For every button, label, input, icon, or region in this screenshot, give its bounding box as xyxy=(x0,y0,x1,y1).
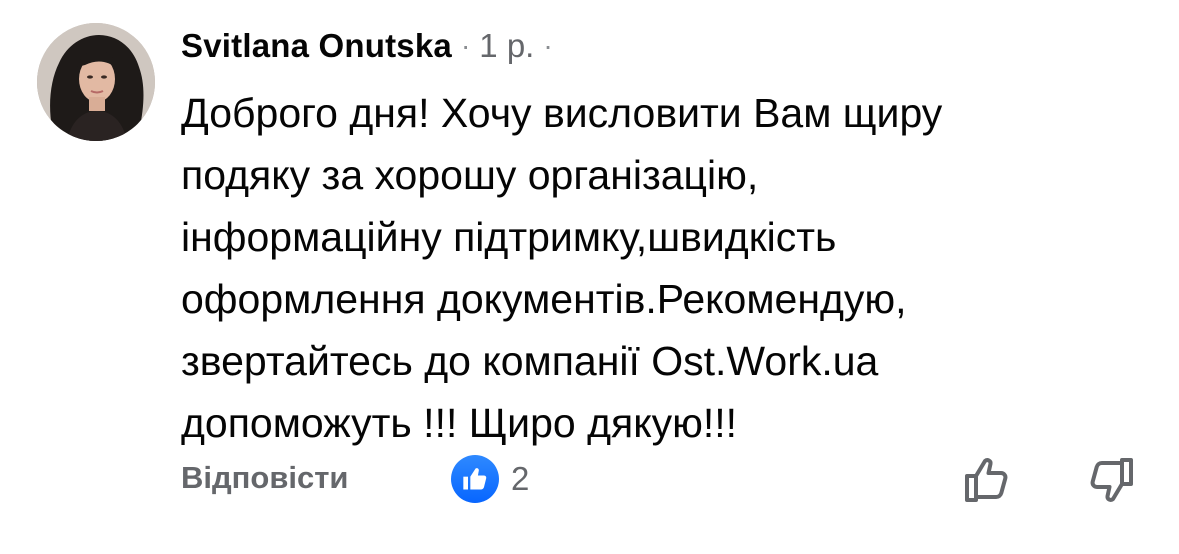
like-count[interactable]: 2 xyxy=(511,460,529,498)
thumb-down-icon xyxy=(1090,458,1133,502)
comment-text-line: Доброго дня! Хочу висловити Вам щиру xyxy=(181,90,943,136)
avatar-image xyxy=(37,23,155,141)
separator: · xyxy=(460,30,471,61)
comment-body: Доброго дня! Хочу висловити Вам щиру под… xyxy=(181,82,1141,454)
like-reaction-icon[interactable] xyxy=(451,455,499,503)
comment-text-line: звертайтесь до компанії Ost.Work.ua xyxy=(181,338,879,384)
upvote-button[interactable] xyxy=(961,452,1017,508)
thumb-up-icon xyxy=(965,458,1008,502)
comment-text-line: інформаційну підтримку,швидкість xyxy=(181,214,837,260)
timestamp[interactable]: 1 р. xyxy=(479,27,534,65)
comment-text-line: оформлення документів.Рекомендую, xyxy=(181,276,907,322)
avatar[interactable] xyxy=(37,23,155,141)
comment-text-line: подяку за хорошу організацію, xyxy=(181,152,759,198)
reply-button[interactable]: Відповісти xyxy=(181,460,349,496)
thumb-up-icon xyxy=(463,468,487,490)
downvote-button[interactable] xyxy=(1081,452,1137,508)
comment-actions: Відповісти 2 xyxy=(181,452,1141,508)
separator: · xyxy=(543,30,553,61)
comment: Svitlana Onutska · 1 р. · Доброго дня! Х… xyxy=(0,0,1179,554)
author-name[interactable]: Svitlana Onutska xyxy=(181,27,452,65)
comment-text-line: допоможуть !!! Щиро дякую!!! xyxy=(181,400,738,446)
comment-header: Svitlana Onutska · 1 р. · xyxy=(181,26,562,66)
